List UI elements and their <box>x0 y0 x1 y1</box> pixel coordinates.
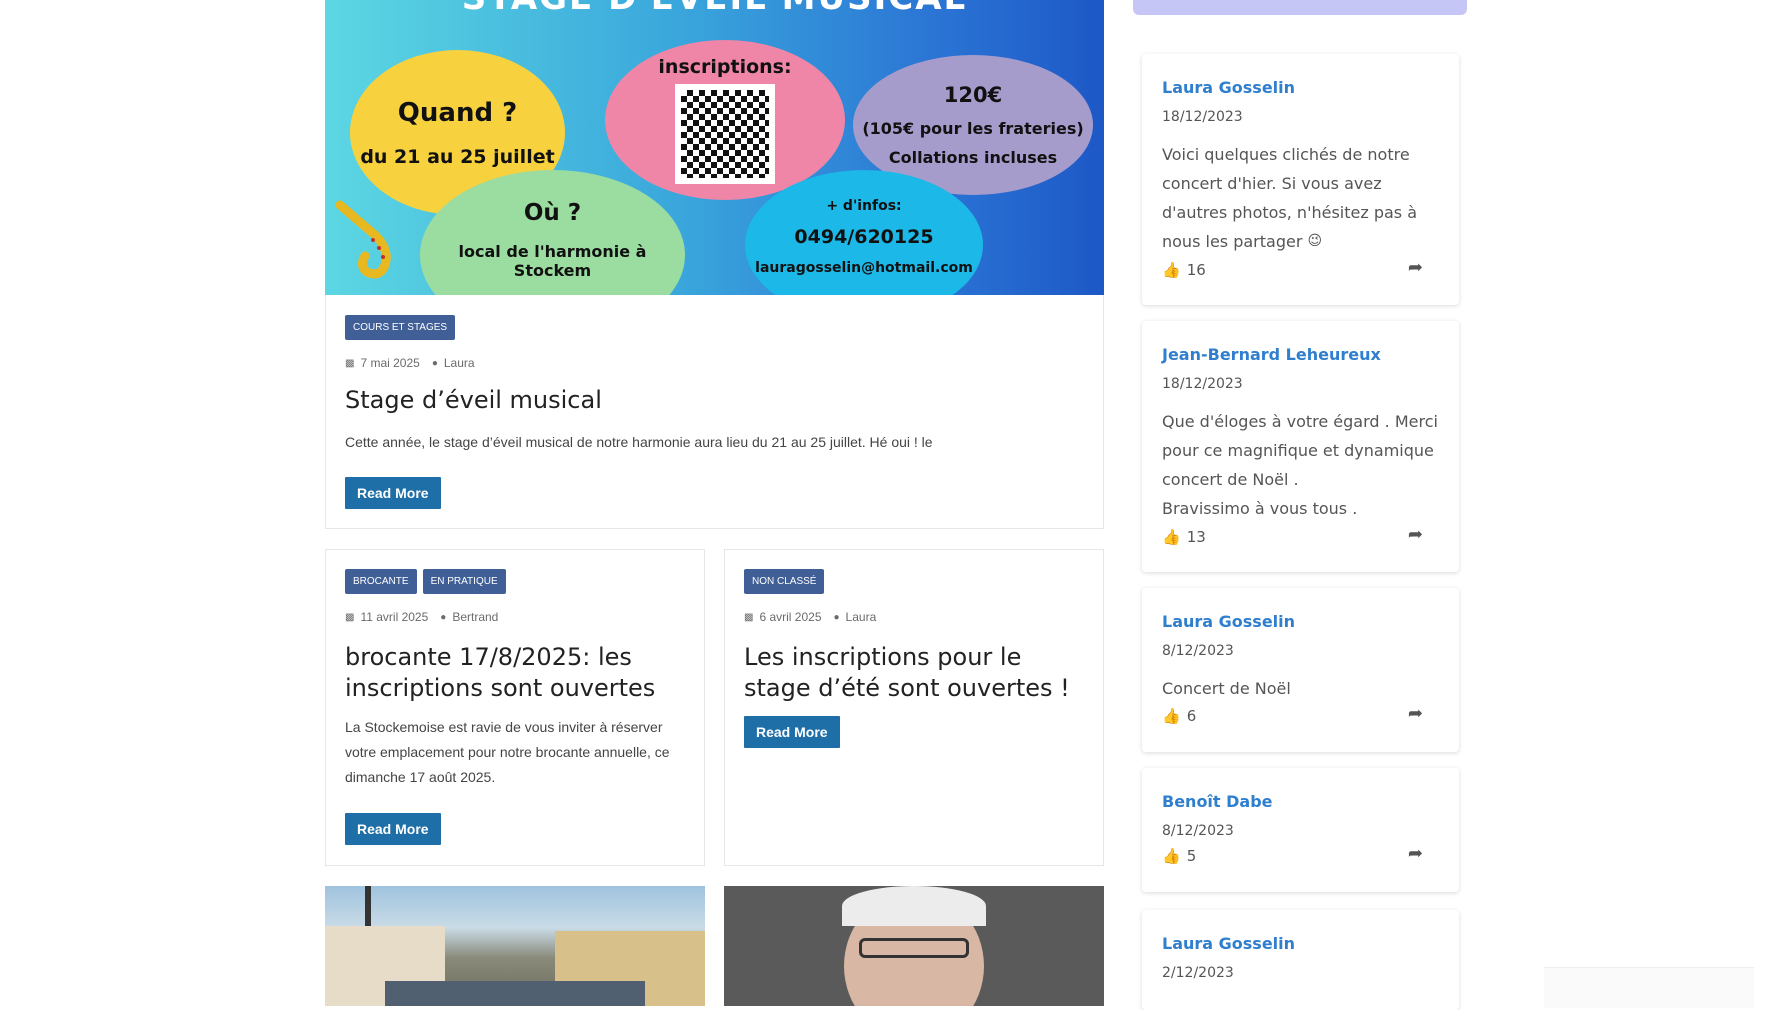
poster-infos: + d'infos: <box>826 198 902 214</box>
poster-phone: 0494/620125 <box>794 226 934 248</box>
poster-email: lauragosselin@hotmail.com <box>755 260 973 276</box>
comment-text: Que d'éloges à votre égard . Merci pour … <box>1162 412 1438 489</box>
category-badge[interactable]: NON CLASSÉ <box>744 569 825 594</box>
featured-meta: ▩ 7 mai 2025 ● Laura <box>345 356 475 370</box>
fb-comment-card: Laura Gosselin 18/12/2023 Voici quelques… <box>1142 54 1459 305</box>
post-image-brocante[interactable] <box>325 886 705 1006</box>
like-count: 5 <box>1186 847 1197 865</box>
poster-price: 120€ <box>943 83 1003 107</box>
qr-code-icon <box>675 84 775 184</box>
wink-emoji-icon: 😉 <box>1307 233 1323 249</box>
like-count: 16 <box>1186 261 1206 279</box>
featured-read-more-button[interactable]: Read More <box>345 477 441 509</box>
poster-dates: du 21 au 25 juillet <box>360 145 555 168</box>
post-card-stage-ete <box>724 549 1104 866</box>
comment-author[interactable]: Benoît Dabe <box>1162 792 1273 811</box>
share-icon[interactable]: ➦ <box>1408 843 1423 864</box>
poster-price-note: (105€ pour les frateries) <box>862 119 1084 138</box>
post-author[interactable]: Laura <box>444 356 475 370</box>
thumbs-up-icon: 👍 <box>1162 528 1181 546</box>
user-icon: ● <box>440 611 447 623</box>
post-title[interactable]: brocante 17/8/2025: les inscriptions son… <box>345 642 685 704</box>
poster-bubble-inscriptions: inscriptions: <box>605 40 845 200</box>
saxophone-icon <box>335 200 405 280</box>
post-author[interactable]: Laura <box>846 610 877 624</box>
comment-likes[interactable]: 👍 5 <box>1162 847 1196 865</box>
poster-ou: Où ? <box>523 200 582 226</box>
like-count: 6 <box>1186 707 1197 725</box>
fb-comment-card: Laura Gosselin 8/12/2023 Concert de Noël… <box>1142 588 1459 752</box>
calendar-icon: ▩ <box>345 611 355 623</box>
featured-categories: COURS ET STAGES <box>345 315 461 340</box>
category-badge[interactable]: EN PRATIQUE <box>422 569 506 594</box>
post-meta: ▩ 6 avril 2025 ● Laura <box>744 610 876 624</box>
post-image-portrait[interactable] <box>724 886 1104 1006</box>
post-excerpt: La Stockemoise est ravie de vous inviter… <box>345 719 670 785</box>
comment-text-body: Voici quelques clichés de notre concert … <box>1162 145 1418 251</box>
post-author[interactable]: Bertrand <box>452 610 498 624</box>
calendar-icon: ▩ <box>744 611 754 623</box>
read-more-button[interactable]: Read More <box>744 716 840 748</box>
featured-post-image[interactable]: STAGE D'ÉVEIL MUSICAL Quand ? du 21 au 2… <box>325 0 1104 295</box>
comment-text-line2: Bravissimo à vous tous . <box>1162 499 1358 518</box>
category-badge[interactable]: COURS ET STAGES <box>345 315 456 340</box>
comment-likes[interactable]: 👍 13 <box>1162 528 1206 546</box>
comment-likes[interactable]: 👍 16 <box>1162 261 1206 279</box>
poster-lieu: local de l'harmonie à Stockem <box>458 242 647 280</box>
thumbs-up-icon: 👍 <box>1162 847 1181 865</box>
poster-collations: Collations incluses <box>888 148 1058 167</box>
comment-author[interactable]: Laura Gosselin <box>1162 78 1295 97</box>
share-icon[interactable]: ➦ <box>1408 524 1423 545</box>
category-badge[interactable]: BROCANTE <box>345 569 417 594</box>
poster-inscriptions: inscriptions: <box>658 56 792 78</box>
thumbs-up-icon: 👍 <box>1162 707 1181 725</box>
comment-date: 8/12/2023 <box>1162 823 1234 839</box>
comment-date: 18/12/2023 <box>1162 109 1243 125</box>
comment-text: Concert de Noël <box>1162 679 1291 698</box>
share-icon[interactable]: ➦ <box>1408 257 1423 278</box>
featured-post-excerpt: Cette année, le stage d’éveil musical de… <box>345 434 933 450</box>
poster-title: STAGE D'ÉVEIL MUSICAL <box>325 0 1104 18</box>
user-icon: ● <box>833 611 840 623</box>
comment-likes[interactable]: 👍 6 <box>1162 707 1196 725</box>
sidebar-top-bar <box>1133 0 1467 15</box>
post-date[interactable]: 6 avril 2025 <box>759 610 821 624</box>
fb-comment-card: Laura Gosselin 2/12/2023 <box>1142 910 1459 1010</box>
post-title[interactable]: Les inscriptions pour le stage d’été son… <box>744 642 1089 704</box>
post-meta: ▩ 11 avril 2025 ● Bertrand <box>345 610 498 624</box>
comment-text: Voici quelques clichés de notre concert … <box>1162 140 1447 256</box>
comment-date: 8/12/2023 <box>1162 643 1234 659</box>
post-categories: BROCANTE EN PRATIQUE <box>345 569 512 594</box>
like-count: 13 <box>1186 528 1206 546</box>
comment-date: 18/12/2023 <box>1162 376 1243 392</box>
read-more-button[interactable]: Read More <box>345 813 441 845</box>
post-categories: NON CLASSÉ <box>744 569 830 594</box>
comment-author[interactable]: Laura Gosselin <box>1162 612 1295 631</box>
fb-comment-card: Benoît Dabe 8/12/2023 👍 5 ➦ <box>1142 768 1459 892</box>
comment-date: 2/12/2023 <box>1162 965 1234 981</box>
calendar-icon: ▩ <box>345 357 355 369</box>
comment-author[interactable]: Jean-Bernard Leheureux <box>1162 345 1381 364</box>
post-date[interactable]: 11 avril 2025 <box>360 610 428 624</box>
poster-quand: Quand ? <box>397 97 518 128</box>
thumbs-up-icon: 👍 <box>1162 261 1181 279</box>
featured-post-title[interactable]: Stage d’éveil musical <box>345 385 602 416</box>
share-icon[interactable]: ➦ <box>1408 703 1423 724</box>
user-icon: ● <box>431 357 438 369</box>
comment-author[interactable]: Laura Gosselin <box>1162 934 1295 953</box>
fb-comment-card: Jean-Bernard Leheureux 18/12/2023 Que d'… <box>1142 321 1459 572</box>
post-date[interactable]: 7 mai 2025 <box>360 356 419 370</box>
